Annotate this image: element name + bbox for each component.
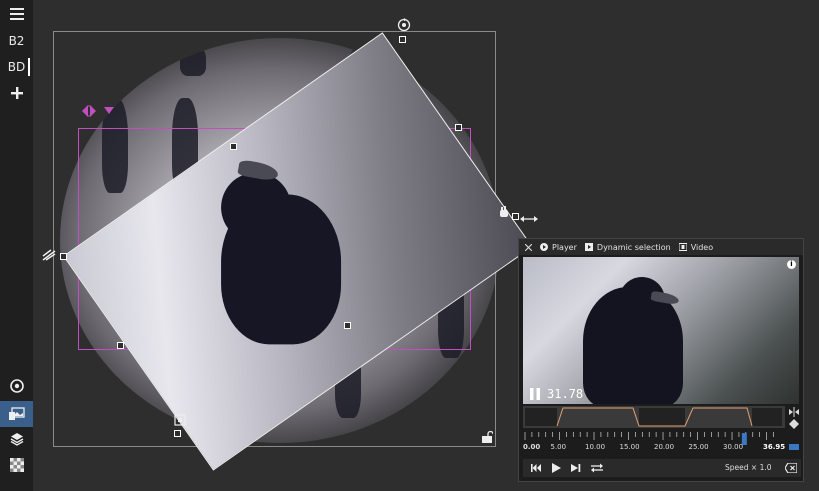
film-icon xyxy=(678,243,687,251)
rotate-handle-icon[interactable] xyxy=(397,18,411,32)
tab-video[interactable]: Video xyxy=(678,242,714,252)
resize-handle[interactable] xyxy=(60,253,67,260)
move-hand-icon[interactable] xyxy=(498,206,510,218)
sidebar-item-label: BD xyxy=(7,60,26,74)
backspace-icon[interactable] xyxy=(785,463,797,473)
info-icon[interactable]: i xyxy=(787,260,796,269)
lock-open-icon[interactable] xyxy=(481,431,493,443)
menu-button[interactable] xyxy=(0,1,33,27)
add-icon xyxy=(10,87,23,99)
tab-label: Video xyxy=(690,242,714,252)
ruler-tick-label: 15.00 xyxy=(619,443,640,451)
target-button[interactable] xyxy=(0,373,33,399)
close-icon[interactable] xyxy=(525,243,532,251)
loop-icon[interactable] xyxy=(591,463,603,473)
image-select-icon xyxy=(8,407,25,420)
tab-label: Dynamic selection xyxy=(596,242,671,252)
transform-corner-icon[interactable] xyxy=(174,414,186,426)
ruler-tick-label: 20.00 xyxy=(654,443,675,451)
checkerboard-button[interactable] xyxy=(0,452,33,478)
tab-player[interactable]: Player xyxy=(540,243,577,252)
ruler-tick-label: 5.00 xyxy=(550,443,567,451)
image-select-button[interactable] xyxy=(0,401,33,427)
resize-handle[interactable] xyxy=(344,322,351,329)
ruler-tick-label: 0.00 xyxy=(523,443,541,451)
ruler-labels: 0.00 5.00 10.00 15.00 20.00 25.00 30.00 36.95 xyxy=(523,430,785,452)
tab-dynamic-selection[interactable]: Dynamic selection xyxy=(584,242,671,252)
player-panel: Player Dynamic selection Video i 31.78 0… xyxy=(518,238,804,482)
skew-icon[interactable] xyxy=(42,249,56,261)
sidebar-item-label: B2 xyxy=(8,34,25,48)
ruler-tick-label: 30.00 xyxy=(723,443,744,451)
next-frame-icon[interactable] xyxy=(571,463,581,473)
ruler-end-label: 36.95 xyxy=(763,443,786,451)
tab-label: Player xyxy=(552,242,577,252)
resize-handle[interactable] xyxy=(455,124,462,131)
selection-markers[interactable] xyxy=(82,104,118,118)
resize-horizontal-icon[interactable] xyxy=(520,213,538,225)
resize-handle[interactable] xyxy=(512,213,519,220)
keyframe-icon[interactable] xyxy=(789,419,799,429)
sidebar-item-bd[interactable]: BD xyxy=(0,54,33,80)
skip-start-icon[interactable] xyxy=(531,463,541,473)
checkerboard-icon xyxy=(9,458,24,472)
timecode: 31.78 xyxy=(547,387,584,401)
layers-icon xyxy=(10,433,23,446)
play-icon[interactable] xyxy=(551,463,561,473)
resize-handle[interactable] xyxy=(399,36,406,43)
split-icon[interactable] xyxy=(789,407,799,417)
playback-controls: Speed × 1.0 xyxy=(523,459,801,477)
add-button[interactable] xyxy=(0,80,33,106)
resize-handle[interactable] xyxy=(117,342,124,349)
player-tabbar: Player Dynamic selection Video xyxy=(519,239,803,255)
sidebar-item-b2[interactable]: B2 xyxy=(0,28,33,54)
target-icon xyxy=(9,379,24,393)
volume-indicator[interactable] xyxy=(789,444,799,450)
resize-handle[interactable] xyxy=(230,143,237,150)
resize-handle[interactable] xyxy=(174,430,181,437)
play-square-icon xyxy=(584,243,593,251)
ruler-tick-label: 10.00 xyxy=(585,443,606,451)
ruler-tick-label: 25.00 xyxy=(688,443,709,451)
menu-icon xyxy=(9,8,24,20)
layers-button[interactable] xyxy=(0,426,33,452)
segment-track[interactable] xyxy=(523,406,785,428)
video-preview[interactable]: i 31.78 xyxy=(523,257,799,404)
pause-icon[interactable] xyxy=(529,388,541,400)
left-sidebar: B2 BD xyxy=(0,0,33,491)
play-circle-icon xyxy=(540,243,548,251)
speed-label[interactable]: Speed × 1.0 xyxy=(725,463,772,472)
